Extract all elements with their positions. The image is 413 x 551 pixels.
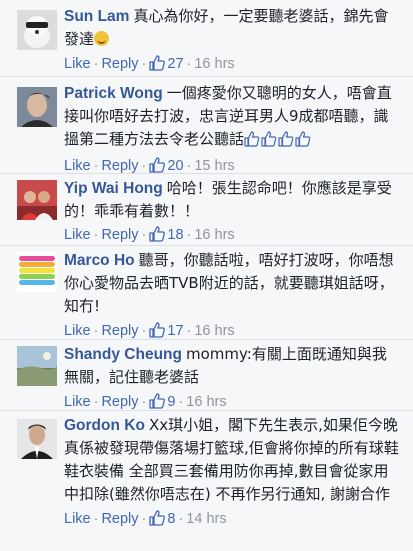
timestamp[interactable]: 15 hrs <box>194 158 234 174</box>
comment-body: Shandy Cheung mommy:有關上面既通知與我無關，記住聽老婆話 Li… <box>64 343 399 415</box>
commenter-name[interactable]: Yip Wai Hong <box>64 180 163 197</box>
like-link[interactable]: Like <box>64 323 91 339</box>
smile-emoji-icon <box>94 31 110 46</box>
like-count[interactable]: 20 <box>167 158 183 174</box>
comment-body: Patrick Wong 一個疼愛你又聰明的女人，唔會直接叫你唔好去打波，忠言逆耳… <box>64 82 399 179</box>
avatar[interactable] <box>17 252 57 292</box>
reply-link[interactable]: Reply <box>101 511 138 527</box>
comment-item: Marco Ho 聽哥，你聽話啦，唔好打波呀，你唔想你心愛物品去晒TVB附近的話，… <box>0 246 413 340</box>
comment-item: Patrick Wong 一個疼愛你又聰明的女人，唔會直接叫你唔好去打波，忠言逆耳… <box>0 77 413 174</box>
reply-link[interactable]: Reply <box>101 158 138 174</box>
commenter-name[interactable]: Shandy Cheung <box>64 346 182 363</box>
comment-item: Yip Wai Hong 哈哈！張生認命吧！你應該是享受的！乖乖有着數！！ Lik… <box>0 174 413 246</box>
timestamp[interactable]: 16 hrs <box>194 227 234 243</box>
avatar[interactable] <box>17 87 57 127</box>
reply-link[interactable]: Reply <box>101 227 138 243</box>
commenter-name[interactable]: Marco Ho <box>64 252 135 269</box>
reply-link[interactable]: Reply <box>101 394 138 410</box>
thumbs-up-icon <box>149 226 166 248</box>
like-count[interactable]: 17 <box>167 323 183 339</box>
like-count[interactable]: 8 <box>167 511 175 527</box>
comment-item: Shandy Cheung mommy:有關上面既通知與我無關，記住聽老婆話 Li… <box>0 340 413 411</box>
comment-body: Gordon Ko Xx琪小姐，閣下先生表示,如果佢今晚真係被發現帶傷落場打籃球,… <box>64 414 399 532</box>
like-count[interactable]: 18 <box>167 227 183 243</box>
like-link[interactable]: Like <box>64 56 91 72</box>
thumbs-up-icon <box>149 510 166 532</box>
comment-item: Sun Lam 真心為你好，一定要聽老婆話，錦先會發達 Like · Reply · 27… <box>0 0 413 77</box>
comment-body: Marco Ho 聽哥，你聽話啦，唔好打波呀，你唔想你心愛物品去晒TVB附近的話，… <box>64 249 399 344</box>
commenter-name[interactable]: Sun Lam <box>64 8 129 25</box>
like-count[interactable]: 9 <box>167 394 175 410</box>
like-link[interactable]: Like <box>64 511 91 527</box>
comment-body: Sun Lam 真心為你好，一定要聽老婆話，錦先會發達 Like · Reply · 27… <box>64 5 399 77</box>
comment-text-block: Patrick Wong 一個疼愛你又聰明的女人，唔會直接叫你唔好去打波，忠言逆耳… <box>64 82 399 154</box>
thumbs-up-emoji-icon <box>244 130 312 154</box>
comment-body: Yip Wai Hong 哈哈！張生認命吧！你應該是享受的！乖乖有着數！！ Lik… <box>64 177 399 248</box>
reply-link[interactable]: Reply <box>101 56 138 72</box>
avatar[interactable] <box>17 346 57 386</box>
timestamp[interactable]: 16 hrs <box>194 56 234 72</box>
avatar[interactable] <box>17 419 57 459</box>
like-link[interactable]: Like <box>64 394 91 410</box>
comment-text-block: Marco Ho 聽哥，你聽話啦，唔好打波呀，你唔想你心愛物品去晒TVB附近的話，… <box>64 249 399 318</box>
commenter-name[interactable]: Patrick Wong <box>64 85 163 102</box>
comment-actions: Like · Reply · 8 · 14 hrs <box>64 509 399 532</box>
comment-actions: Like · Reply · 18 · 16 hrs <box>64 225 399 248</box>
timestamp[interactable]: 16 hrs <box>194 323 234 339</box>
commenter-name[interactable]: Gordon Ko <box>64 417 145 434</box>
like-count[interactable]: 27 <box>167 56 183 72</box>
avatar[interactable] <box>17 180 57 220</box>
thumbs-up-icon <box>149 55 166 77</box>
avatar[interactable] <box>17 10 57 50</box>
comment-text-block: Shandy Cheung mommy:有關上面既通知與我無關，記住聽老婆話 <box>64 343 399 389</box>
reply-link[interactable]: Reply <box>101 323 138 339</box>
comment-item: Gordon Ko Xx琪小姐，閣下先生表示,如果佢今晚真係被發現帶傷落場打籃球,… <box>0 411 413 551</box>
comment-actions: Like · Reply · 27 · 16 hrs <box>64 54 399 77</box>
comment-text-block: Sun Lam 真心為你好，一定要聽老婆話，錦先會發達 <box>64 5 399 51</box>
like-link[interactable]: Like <box>64 158 91 174</box>
comment-text-block: Gordon Ko Xx琪小姐，閣下先生表示,如果佢今晚真係被發現帶傷落場打籃球,… <box>64 414 399 506</box>
comment-feed: Sun Lam 真心為你好，一定要聽老婆話，錦先會發達 Like · Reply · 27… <box>0 0 413 551</box>
timestamp[interactable]: 16 hrs <box>186 394 226 410</box>
comment-text-block: Yip Wai Hong 哈哈！張生認命吧！你應該是享受的！乖乖有着數！！ <box>64 177 399 223</box>
timestamp[interactable]: 14 hrs <box>186 511 226 527</box>
like-link[interactable]: Like <box>64 227 91 243</box>
